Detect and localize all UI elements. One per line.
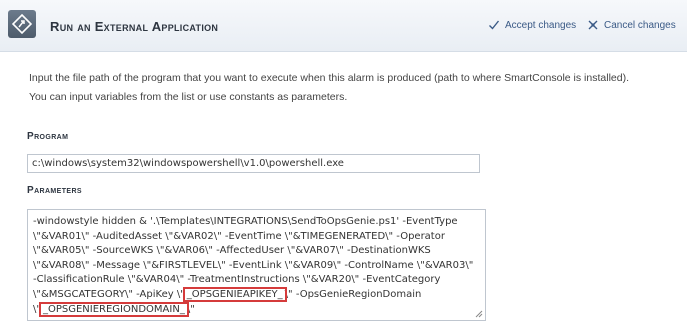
description-line-1: Input the file path of the program that … — [29, 72, 629, 84]
accept-changes-button[interactable]: Accept changes — [488, 19, 576, 31]
accept-changes-label: Accept changes — [505, 19, 577, 31]
cancel-changes-button[interactable]: Cancel changes — [587, 19, 676, 31]
program-label: Program — [27, 131, 69, 142]
program-path-input[interactable]: c:\windows\system32\windowspowershell\v1… — [27, 154, 480, 173]
parameters-label: Parameters — [27, 185, 83, 196]
cancel-changes-label: Cancel changes — [604, 19, 676, 31]
parameters-textarea[interactable]: -windowstyle hidden & '.\Templates\INTEG… — [27, 209, 486, 321]
description: Input the file path of the program that … — [29, 69, 679, 107]
resize-handle-icon[interactable] — [475, 310, 483, 318]
parameters-text-after: \" — [186, 303, 195, 315]
description-line-2: You can input variables from the list or… — [29, 91, 348, 103]
opsgenie-region-domain-highlight: _OPSGENIEREGIONDOMAIN_ — [38, 301, 189, 317]
cancel-icon — [588, 20, 598, 30]
parameters-text-before: -windowstyle hidden & '.\Templates\INTEG… — [33, 216, 477, 300]
opsgenie-apikey-highlight: _OPSGENIEAPIKEY_ — [182, 286, 287, 302]
checkmark-icon — [489, 20, 500, 30]
dialog-title: Run an External Application — [50, 19, 219, 34]
dialog-header: Run an External Application Accept chang… — [0, 0, 687, 52]
app-icon — [8, 10, 36, 38]
